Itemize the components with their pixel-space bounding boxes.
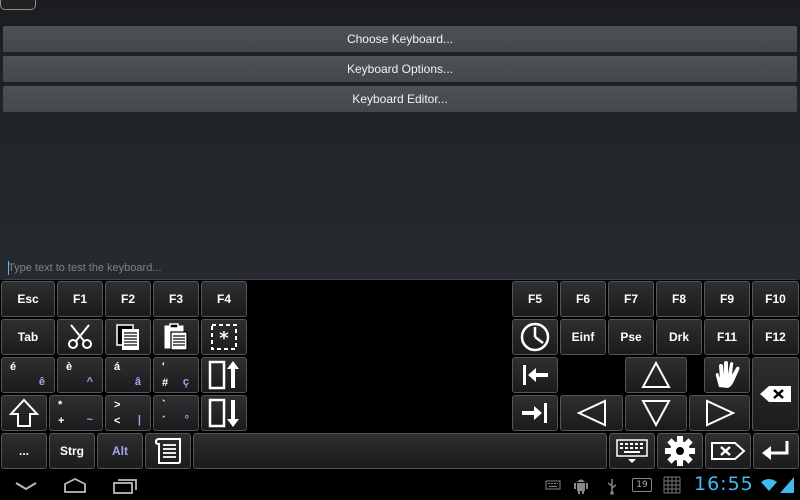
key-e-acute[interactable]: é ê [1, 357, 55, 393]
arrow-left-icon [576, 399, 606, 427]
key-einf[interactable]: Einf [560, 319, 606, 355]
gear-icon [665, 436, 695, 466]
test-input-placeholder: Type text to test the keyboard... [8, 262, 162, 274]
key-scroll-down[interactable] [201, 395, 247, 431]
key-arrow-up[interactable] [625, 357, 687, 393]
key-e-grave[interactable]: è ^ [57, 357, 103, 393]
key-f10[interactable]: F10 [752, 281, 799, 317]
page-up-icon [208, 360, 239, 390]
key-f3[interactable]: F3 [153, 281, 199, 317]
key-hand[interactable] [704, 357, 750, 393]
key-shift[interactable] [1, 395, 47, 431]
home-arrow-icon [523, 365, 548, 385]
page-down-icon [208, 398, 239, 428]
key-a-acute[interactable]: á â [105, 357, 151, 393]
select-all-icon: * [211, 324, 237, 350]
key-f8[interactable]: F8 [656, 281, 702, 317]
key-strg[interactable]: Strg [49, 433, 95, 469]
key-space[interactable] [193, 433, 607, 469]
status-clock: 16:55 [694, 473, 754, 495]
key-backspace[interactable] [752, 357, 799, 431]
back-chevron-icon[interactable] [14, 481, 38, 491]
key-paste[interactable] [153, 319, 199, 355]
delete-icon [711, 442, 746, 460]
android-debug-icon [574, 479, 588, 494]
paste-icon [164, 323, 188, 351]
key-pse[interactable]: Pse [608, 319, 654, 355]
key-hash[interactable]: ' # ç [153, 357, 199, 393]
clock-icon [520, 322, 550, 352]
scissors-icon [68, 324, 92, 349]
key-alt[interactable]: Alt [97, 433, 143, 469]
key-f2[interactable]: F2 [105, 281, 151, 317]
text-cursor [8, 261, 9, 275]
arrow-up-icon [641, 360, 671, 388]
key-f11[interactable]: F11 [704, 319, 750, 355]
usb-icon [607, 479, 617, 495]
key-settings[interactable] [657, 433, 703, 469]
key-f9[interactable]: F9 [704, 281, 750, 317]
key-f7[interactable]: F7 [608, 281, 654, 317]
key-end[interactable] [512, 395, 558, 431]
key-script[interactable] [145, 433, 191, 469]
key-f5[interactable]: F5 [512, 281, 558, 317]
grid-icon [663, 476, 681, 494]
key-accent[interactable]: ` ´ ° [153, 395, 199, 431]
key-tab[interactable]: Tab [1, 319, 55, 355]
keyboard-icon [616, 439, 648, 463]
hand-icon [715, 361, 740, 388]
shift-arrow-icon [9, 398, 39, 427]
key-f12[interactable]: F12 [752, 319, 799, 355]
arrow-down-icon [641, 400, 671, 428]
top-left-button[interactable] [0, 0, 36, 10]
backspace-icon [759, 386, 791, 402]
end-arrow-icon [522, 403, 547, 423]
key-clock[interactable] [512, 319, 558, 355]
choose-keyboard-button[interactable]: Choose Keyboard... [3, 26, 797, 52]
key-less-than[interactable]: > < | [105, 395, 151, 431]
svg-text:*: * [219, 328, 229, 349]
key-more[interactable]: ... [1, 433, 47, 469]
recent-apps-icon[interactable] [112, 478, 138, 494]
keyboard-options-button[interactable]: Keyboard Options... [3, 56, 797, 82]
key-esc[interactable]: Esc [1, 281, 55, 317]
enter-icon [762, 441, 789, 460]
system-navigation-bar: 19 16:55 [0, 470, 800, 500]
key-arrow-right[interactable] [689, 395, 750, 431]
key-drk[interactable]: Drk [656, 319, 702, 355]
key-arrow-down[interactable] [625, 395, 687, 431]
home-icon[interactable] [62, 477, 88, 493]
scroll-document-icon [154, 438, 181, 464]
key-delete[interactable] [705, 433, 751, 469]
key-f6[interactable]: F6 [560, 281, 606, 317]
key-copy[interactable] [105, 319, 151, 355]
key-enter[interactable] [753, 433, 799, 469]
arrow-right-icon [705, 399, 735, 427]
test-text-input[interactable]: Type text to test the keyboard... [4, 256, 796, 280]
key-arrow-left[interactable] [560, 395, 623, 431]
key-select-all[interactable]: * [201, 319, 247, 355]
battery-icon [780, 477, 794, 493]
key-plus[interactable]: * + ~ [49, 395, 103, 431]
key-f4[interactable]: F4 [201, 281, 247, 317]
key-home[interactable] [512, 357, 558, 393]
keyboard-editor-button[interactable]: Keyboard Editor... [3, 86, 797, 112]
key-keyboard[interactable] [609, 433, 655, 469]
key-scroll-up[interactable] [201, 357, 247, 393]
key-cut[interactable] [57, 319, 103, 355]
keyboard-status-icon [545, 480, 561, 490]
wifi-icon [761, 479, 777, 491]
soft-keyboard: Esc F1 F2 F3 F4 F5 F6 F7 F8 F9 F10 Tab *… [0, 280, 800, 470]
copy-icon [116, 324, 139, 350]
notification-count-badge: 19 [632, 478, 652, 492]
key-f1[interactable]: F1 [57, 281, 103, 317]
